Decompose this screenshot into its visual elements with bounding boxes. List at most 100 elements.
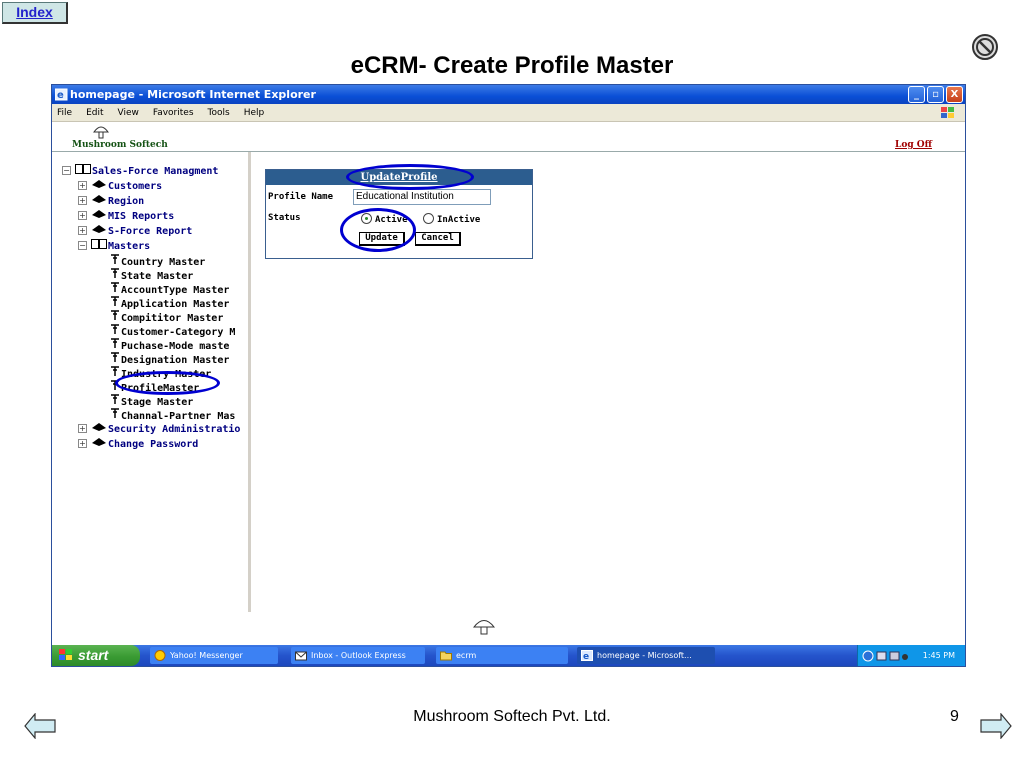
slide: Index eCRM- Create Profile Master e home…	[0, 0, 1024, 768]
internet-explorer-icon: e	[55, 88, 68, 101]
tree-item-application-master[interactable]: Application Master	[110, 295, 229, 310]
tree-item-customer-category-master[interactable]: Customer-Category M	[110, 323, 235, 338]
taskbar-item-homepage-ie[interactable]: e homepage - Microsoft...	[577, 647, 715, 664]
navigation-tree-pane: − Sales-Force Managment + Customers + Regio…	[52, 152, 251, 612]
tray-icons[interactable]	[862, 649, 910, 663]
taskbar-item-label: homepage - Microsoft...	[597, 651, 692, 660]
tree-label: S-Force Report	[108, 226, 193, 237]
hat-icon	[92, 225, 106, 233]
tree-item-industry-master[interactable]: Industry Master	[110, 365, 211, 380]
taskbar-item-outlook-express[interactable]: Inbox - Outlook Express	[291, 647, 425, 664]
app-header: Mushroom Softech Log Off	[52, 122, 965, 152]
pin-icon	[111, 324, 119, 334]
tree-item-country-master[interactable]: Country Master	[110, 253, 205, 268]
window-titlebar: e homepage - Microsoft Internet Explorer…	[52, 85, 965, 104]
tree-item-profile-master[interactable]: ProfileMaster	[110, 379, 200, 394]
menu-edit[interactable]: Edit	[86, 104, 103, 121]
windows-taskbar: start Yahoo! Messenger Inbox - Outlook E…	[52, 645, 965, 666]
smiley-icon	[154, 650, 166, 661]
mushroom-footer-icon	[472, 620, 496, 635]
hat-icon	[92, 423, 106, 431]
expand-icon[interactable]: +	[78, 211, 87, 220]
tree-label: Sales-Force Managment	[92, 166, 219, 177]
minimize-button[interactable]: _	[908, 86, 925, 103]
profile-name-label: Profile Name	[268, 192, 334, 202]
windows-logo-icon	[941, 107, 954, 118]
pin-icon	[111, 394, 119, 404]
tree-item-channel-partner-master[interactable]: Channal-Partner Mas	[110, 407, 236, 422]
tree-item-designation-master[interactable]: Designation Master	[110, 351, 229, 366]
tree-item-compititor-master[interactable]: Compititor Master	[110, 309, 223, 324]
pin-icon	[111, 366, 119, 376]
status-inactive-radio[interactable]	[423, 213, 434, 224]
form-header: UpdateProfile	[266, 170, 532, 185]
expand-icon[interactable]: +	[78, 196, 87, 205]
expand-icon[interactable]: +	[78, 439, 87, 448]
tree-label: MIS Reports	[108, 211, 175, 222]
tree-item-accounttype-master[interactable]: AccountType Master	[110, 281, 229, 296]
system-tray: 1:45 PM	[857, 645, 965, 666]
collapse-icon[interactable]: −	[62, 166, 71, 175]
brand-name: Mushroom Softech	[72, 140, 168, 150]
taskbar-item-label: Yahoo! Messenger	[170, 651, 243, 660]
tree-item-s-force-report[interactable]: + S-Force Report	[78, 224, 192, 238]
status-inactive-label: InActive	[437, 215, 481, 225]
tree-label: Change Password	[108, 439, 199, 450]
profile-name-input[interactable]: Educational Institution	[353, 189, 491, 205]
maximize-button[interactable]: ▫	[927, 86, 944, 103]
status-active-radio[interactable]	[361, 213, 372, 224]
menu-help[interactable]: Help	[244, 104, 265, 121]
start-label: start	[78, 647, 109, 663]
pin-icon	[111, 380, 119, 390]
hat-icon	[92, 180, 106, 188]
tree-label: Channal-Partner Mas	[121, 411, 236, 422]
index-button[interactable]: Index	[2, 2, 68, 24]
internet-explorer-icon: e	[581, 650, 593, 661]
menu-favorites[interactable]: Favorites	[153, 104, 194, 121]
previous-arrow-icon[interactable]	[24, 713, 56, 739]
hat-icon	[92, 210, 106, 218]
expand-icon[interactable]: +	[78, 424, 87, 433]
status-active-label: Active	[375, 215, 408, 225]
taskbar-item-ecrm-folder[interactable]: ecrm	[436, 647, 568, 664]
mail-icon	[295, 651, 307, 661]
no-entry-icon[interactable]	[970, 32, 1000, 62]
tree-item-purchase-mode-master[interactable]: Puchase-Mode maste	[110, 337, 229, 352]
tree-item-customers[interactable]: + Customers	[78, 179, 162, 193]
menu-tools[interactable]: Tools	[208, 104, 230, 121]
logoff-link[interactable]: Log Off	[895, 140, 932, 150]
hat-icon	[92, 438, 106, 446]
tree-item-masters[interactable]: − Masters	[78, 239, 150, 253]
start-button[interactable]: start	[52, 645, 140, 666]
cancel-button[interactable]: Cancel	[415, 232, 461, 246]
taskbar-item-label: ecrm	[456, 651, 477, 660]
taskbar-clock: 1:45 PM	[922, 651, 955, 660]
browser-window: e homepage - Microsoft Internet Explorer…	[51, 84, 966, 667]
update-button[interactable]: Update	[359, 232, 405, 246]
tree-item-change-password[interactable]: + Change Password	[78, 437, 198, 451]
expand-icon[interactable]: +	[78, 226, 87, 235]
tree-item-state-master[interactable]: State Master	[110, 267, 193, 282]
close-button[interactable]: X	[946, 86, 963, 103]
hat-icon	[92, 195, 106, 203]
tree-root-sales-force[interactable]: − Sales-Force Managment	[62, 164, 218, 178]
book-icon	[75, 164, 91, 174]
tree-item-region[interactable]: + Region	[78, 194, 144, 208]
menu-file[interactable]: File	[57, 104, 72, 121]
pin-icon	[111, 296, 119, 306]
next-arrow-icon[interactable]	[980, 713, 1012, 739]
collapse-icon[interactable]: −	[78, 241, 87, 250]
mushroom-logo-icon	[93, 126, 109, 139]
tree-item-mis-reports[interactable]: + MIS Reports	[78, 209, 174, 223]
svg-text:e: e	[583, 652, 589, 661]
slide-title: eCRM- Create Profile Master	[350, 52, 674, 79]
windows-flag-icon	[59, 649, 72, 660]
expand-icon[interactable]: +	[78, 181, 87, 190]
menu-view[interactable]: View	[118, 104, 139, 121]
window-title: homepage - Microsoft Internet Explorer	[70, 88, 316, 101]
update-profile-form: UpdateProfile Profile Name Educational I…	[265, 169, 533, 259]
tree-item-stage-master[interactable]: Stage Master	[110, 393, 193, 408]
tree-item-security-administration[interactable]: + Security Administratio	[78, 422, 240, 436]
book-icon	[91, 239, 107, 249]
taskbar-item-yahoo-messenger[interactable]: Yahoo! Messenger	[150, 647, 278, 664]
